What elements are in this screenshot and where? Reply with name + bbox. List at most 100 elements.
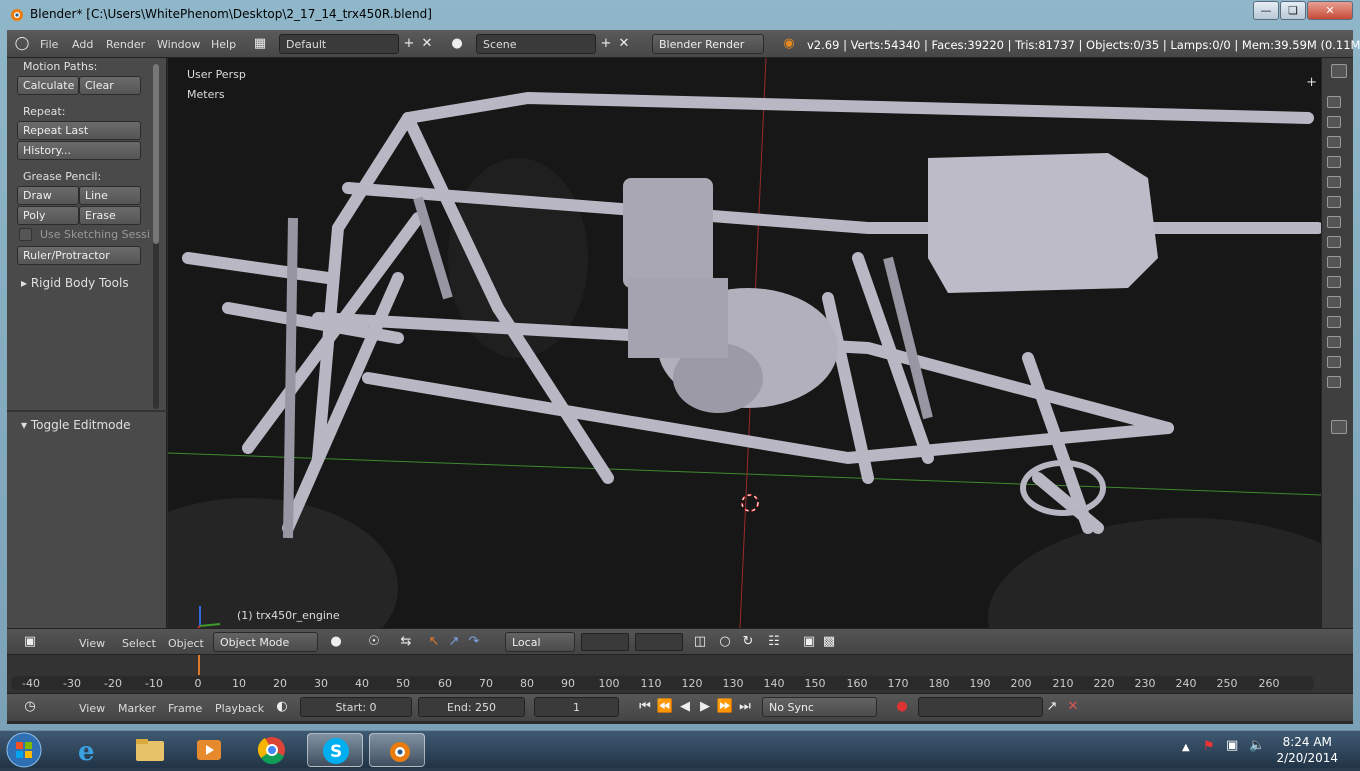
- poly-button[interactable]: Poly: [17, 206, 79, 225]
- blender-taskbar-icon[interactable]: [369, 733, 425, 767]
- repeat-last-button[interactable]: Repeat Last: [17, 121, 141, 140]
- toggle-editmode-panel[interactable]: ▾ Toggle Editmode: [21, 418, 131, 432]
- object-row-icon[interactable]: [1327, 96, 1341, 108]
- current-frame-field[interactable]: 1: [534, 697, 619, 717]
- rotate-icon[interactable]: ↗: [445, 633, 463, 651]
- object-row-icon[interactable]: [1327, 316, 1341, 328]
- timeline[interactable]: -40 -30 -20 -10 0 10 20 30 40 50 60 70 8…: [7, 655, 1353, 693]
- editor-type-cube-icon[interactable]: ▣: [21, 633, 39, 651]
- lock-layers-icon[interactable]: ◫: [691, 633, 709, 651]
- sync-dropdown[interactable]: No Sync: [762, 697, 877, 717]
- menu-view[interactable]: View: [79, 637, 105, 650]
- object-row-icon[interactable]: [1327, 196, 1341, 208]
- add-scene-icon[interactable]: +: [597, 35, 615, 53]
- jump-start-icon[interactable]: ⏮: [636, 698, 654, 716]
- menu-object[interactable]: Object: [168, 637, 204, 650]
- jump-end-icon[interactable]: ⏭: [736, 698, 754, 716]
- record-icon[interactable]: ●: [893, 698, 911, 716]
- object-row-icon[interactable]: [1327, 256, 1341, 268]
- snap-toggle-icon[interactable]: ↻: [739, 633, 757, 651]
- system-clock[interactable]: 8:24 AM 2/20/2014: [1276, 734, 1338, 766]
- render-preview-icon[interactable]: ▣: [800, 633, 818, 651]
- mode-dropdown[interactable]: Object Mode: [213, 632, 318, 652]
- current-frame-cursor[interactable]: [198, 655, 200, 675]
- use-sketching-checkbox[interactable]: [19, 228, 32, 241]
- preview-range-icon[interactable]: ◐: [273, 698, 291, 716]
- render-animation-icon[interactable]: ▩: [820, 633, 838, 651]
- jump-keyframe-back-icon[interactable]: ⏪: [656, 698, 674, 716]
- close-button[interactable]: ✕: [1307, 1, 1353, 20]
- object-row-icon[interactable]: [1327, 116, 1341, 128]
- play-icon[interactable]: ▶: [696, 698, 714, 716]
- network-icon[interactable]: ▣: [1226, 738, 1238, 753]
- menu-select[interactable]: Select: [122, 637, 156, 650]
- menu-window[interactable]: Window: [157, 38, 200, 51]
- translate-icon[interactable]: ↖: [425, 633, 443, 651]
- manipulator-icon[interactable]: ⇆: [397, 633, 415, 651]
- action-center-icon[interactable]: ⚑: [1203, 739, 1215, 754]
- properties-icon[interactable]: [1331, 420, 1347, 434]
- menu-view-timeline[interactable]: View: [79, 702, 105, 715]
- timeline-scrollbar[interactable]: [11, 676, 1314, 690]
- outliner-icon[interactable]: [1331, 64, 1347, 78]
- start-button-icon[interactable]: [4, 732, 44, 768]
- media-player-icon[interactable]: [182, 733, 238, 767]
- keying-set-field[interactable]: [918, 697, 1043, 717]
- maximize-button[interactable]: ❏: [1280, 1, 1306, 20]
- menu-playback[interactable]: Playback: [215, 702, 264, 715]
- editor-type-clock-icon[interactable]: ◷: [21, 698, 39, 716]
- editor-type-icon[interactable]: ◯: [13, 35, 31, 53]
- object-row-icon[interactable]: [1327, 296, 1341, 308]
- draw-button[interactable]: Draw: [17, 186, 79, 205]
- menu-file[interactable]: File: [40, 38, 58, 51]
- internet-explorer-icon[interactable]: e: [62, 733, 118, 767]
- tool-shelf-scrollbar[interactable]: [153, 64, 159, 409]
- chrome-icon[interactable]: [244, 733, 300, 767]
- pivot-point-icon[interactable]: ☉: [365, 633, 383, 651]
- scene-field[interactable]: Scene: [476, 34, 596, 54]
- ruler-protractor-button[interactable]: Ruler/Protractor: [17, 246, 141, 265]
- clear-button[interactable]: Clear: [79, 76, 141, 95]
- volume-icon[interactable]: 🔈: [1249, 738, 1265, 753]
- object-row-icon[interactable]: [1327, 236, 1341, 248]
- menu-render[interactable]: Render: [106, 38, 145, 51]
- scale-icon[interactable]: ↷: [465, 633, 483, 651]
- render-engine-dropdown[interactable]: Blender Render: [652, 34, 764, 54]
- screen-layout-field[interactable]: Default: [279, 34, 399, 54]
- jump-keyframe-forward-icon[interactable]: ⏩: [716, 698, 734, 716]
- snap-element-icon[interactable]: ☷: [765, 633, 783, 651]
- insert-keyframe-icon[interactable]: ↗: [1043, 698, 1061, 716]
- object-row-icon[interactable]: [1327, 216, 1341, 228]
- screen-layout-icon[interactable]: ▦: [251, 35, 269, 53]
- menu-marker[interactable]: Marker: [118, 702, 156, 715]
- object-row-icon[interactable]: [1327, 156, 1341, 168]
- minimize-button[interactable]: —: [1253, 1, 1279, 20]
- object-row-icon[interactable]: [1327, 376, 1341, 388]
- object-row-icon[interactable]: [1327, 176, 1341, 188]
- orientation-dropdown[interactable]: Local: [505, 632, 575, 652]
- start-frame-field[interactable]: Start: 0: [300, 697, 412, 717]
- object-row-icon[interactable]: [1327, 136, 1341, 148]
- show-hidden-icons-icon[interactable]: ▲: [1182, 742, 1190, 753]
- calculate-button[interactable]: Calculate: [17, 76, 79, 95]
- file-explorer-icon[interactable]: [122, 733, 178, 767]
- skype-icon[interactable]: S: [307, 733, 363, 767]
- line-button[interactable]: Line: [79, 186, 141, 205]
- object-row-icon[interactable]: [1327, 336, 1341, 348]
- menu-add[interactable]: Add: [72, 38, 93, 51]
- menu-frame[interactable]: Frame: [168, 702, 202, 715]
- menu-help[interactable]: Help: [211, 38, 236, 51]
- delete-keyframe-icon[interactable]: ✕: [1064, 698, 1082, 716]
- end-frame-field[interactable]: End: 250: [418, 697, 525, 717]
- history-button[interactable]: History...: [17, 141, 141, 160]
- viewport-shading-icon[interactable]: ●: [327, 633, 345, 651]
- object-row-icon[interactable]: [1327, 276, 1341, 288]
- add-region-icon[interactable]: +: [1306, 75, 1317, 90]
- add-screen-icon[interactable]: +: [400, 35, 418, 53]
- layers-grid-1[interactable]: [581, 633, 629, 651]
- scene-icon[interactable]: ●: [448, 35, 466, 53]
- layers-grid-2[interactable]: [635, 633, 683, 651]
- remove-screen-icon[interactable]: ✕: [418, 35, 436, 53]
- remove-scene-icon[interactable]: ✕: [615, 35, 633, 53]
- 3d-viewport[interactable]: User Persp Meters (1) trx450r_engine +: [168, 58, 1321, 628]
